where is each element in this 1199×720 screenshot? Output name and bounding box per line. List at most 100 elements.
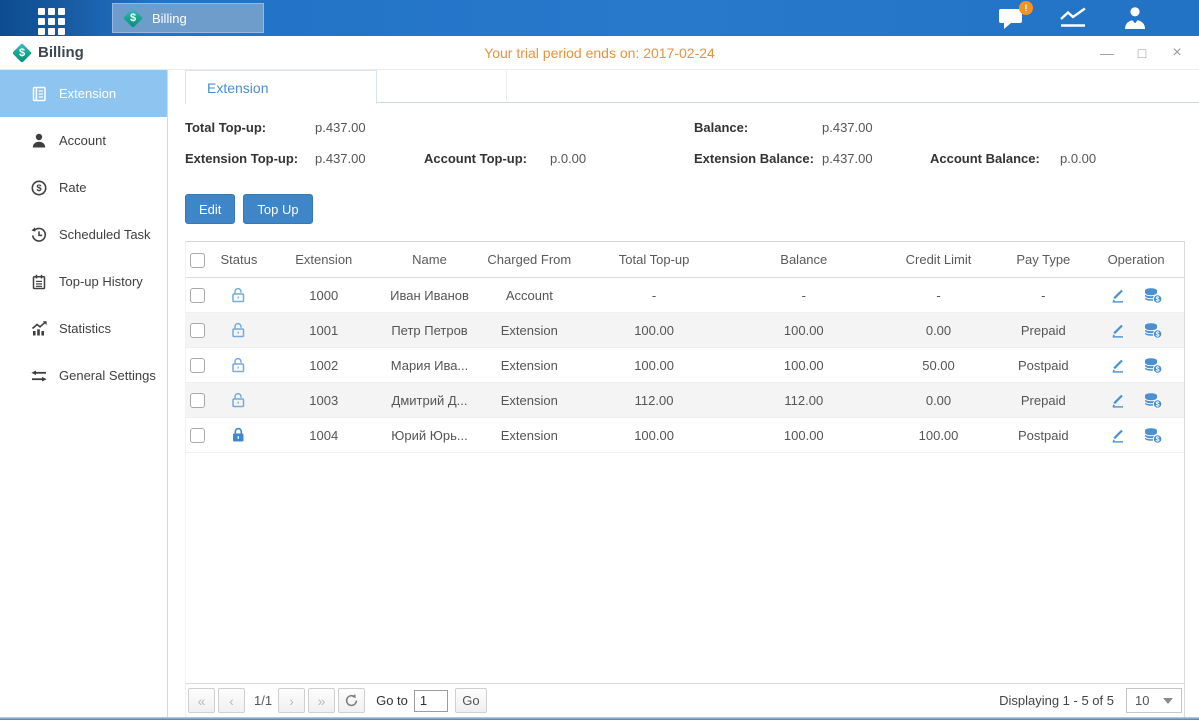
lock-open-icon [230,286,247,304]
reports-chart-icon[interactable] [1058,4,1088,32]
svg-text:$: $ [1155,401,1159,408]
sidebar-item-label: Account [59,133,106,148]
edit-icon[interactable] [1110,392,1127,408]
sidebar-item-label: Scheduled Task [59,227,151,242]
sidebar-item-scheduled-task[interactable]: Scheduled Task [0,211,167,258]
charged-from-cell: Account [479,288,579,303]
table-body: 1000 Иван Иванов Account - - - - $ [186,278,1184,453]
topup-icon[interactable]: $ [1143,322,1163,339]
billing-summary: Total Top-up: p.437.00 Balance: p.437.00… [169,103,1199,194]
table-header: Status Extension Name Charged From Total… [186,241,1184,278]
total-topup-cell: - [579,288,729,303]
next-page-button[interactable]: › [278,688,305,713]
svg-text:$: $ [36,183,42,194]
total-topup-cell: 100.00 [579,323,729,338]
account-topup-label: Account Top-up: [424,151,527,166]
goto-label: Go to [376,693,408,708]
refresh-button[interactable] [338,688,365,713]
sidebar-item-general-settings[interactable]: General Settings [0,352,167,399]
balance-label: Balance: [694,120,748,135]
charged-from-cell: Extension [479,393,579,408]
row-checkbox[interactable] [190,288,205,303]
last-page-button[interactable]: » [308,688,335,713]
taskbar-tab-label: Billing [152,11,187,26]
edit-icon[interactable] [1110,427,1127,443]
ledger-icon [30,85,48,103]
topup-icon[interactable]: $ [1143,357,1163,374]
messages-icon[interactable]: ! [996,4,1026,32]
balance-cell: 112.00 [729,393,879,408]
taskbar-tab-billing[interactable]: $ Billing [112,3,264,33]
name-cell: Юрий Юрь... [380,428,480,443]
stats-icon [30,320,48,338]
row-checkbox[interactable] [190,358,205,373]
app-launcher-grid-icon[interactable] [38,8,65,35]
history-clock-icon [30,226,48,244]
edit-icon[interactable] [1110,287,1127,303]
credit-limit-cell: 0.00 [879,393,999,408]
svg-text:$: $ [1155,436,1159,443]
select-all-checkbox[interactable] [190,253,205,268]
first-page-button[interactable]: « [188,688,215,713]
row-checkbox[interactable] [190,323,205,338]
notification-badge: ! [1019,1,1033,15]
balance-value: p.437.00 [822,120,873,135]
row-checkbox[interactable] [190,428,205,443]
edit-button[interactable]: Edit [185,194,235,224]
tab-extension[interactable]: Extension [185,70,377,104]
col-pay-type: Pay Type [998,252,1088,267]
sidebar-item-topup-history[interactable]: Top-up History [0,258,167,305]
maximize-button[interactable]: □ [1134,45,1150,61]
prev-page-button[interactable]: ‹ [218,688,245,713]
close-button[interactable]: × [1169,45,1185,61]
taskbar: $ Billing ! [0,0,1199,36]
person-icon [30,132,48,150]
total-topup-cell: 100.00 [579,428,729,443]
pay-type-cell: Prepaid [998,323,1088,338]
sidebar-item-extension[interactable]: Extension [0,70,167,117]
sidebar-item-label: Statistics [59,321,111,336]
name-cell: Петр Петров [380,323,480,338]
name-cell: Иван Иванов [380,288,480,303]
topup-icon[interactable]: $ [1143,427,1163,444]
col-balance: Balance [729,252,879,267]
topup-icon[interactable]: $ [1143,287,1163,304]
col-extension: Extension [268,252,380,267]
table-row[interactable]: 1004 Юрий Юрь... Extension 100.00 100.00… [186,418,1184,453]
account-balance-value: p.0.00 [1060,151,1096,166]
total-topup-cell: 100.00 [579,358,729,373]
sidebar-item-label: Extension [59,86,116,101]
edit-icon[interactable] [1110,322,1127,338]
displaying-status: Displaying 1 - 5 of 5 [999,693,1114,708]
sidebar-item-statistics[interactable]: Statistics [0,305,167,352]
lock-closed-icon [230,426,247,444]
lock-open-icon [230,391,247,409]
table-row[interactable]: 1002 Мария Ива... Extension 100.00 100.0… [186,348,1184,383]
row-checkbox[interactable] [190,393,205,408]
table-row[interactable]: 1001 Петр Петров Extension 100.00 100.00… [186,313,1184,348]
refresh-icon [344,693,359,708]
lock-open-icon [230,321,247,339]
lock-open-icon [230,356,247,374]
page-size-select[interactable]: 10 [1126,688,1182,713]
table-row[interactable]: 1000 Иван Иванов Account - - - - $ [186,278,1184,313]
tab-label: Extension [207,80,268,96]
extension-balance-value: p.437.00 [822,151,873,166]
name-cell: Мария Ива... [380,358,480,373]
goto-page-input[interactable] [414,690,448,712]
top-up-button[interactable]: Top Up [243,194,312,224]
notepad-icon [30,273,48,291]
total-topup-cell: 112.00 [579,393,729,408]
table-row[interactable]: 1003 Дмитрий Д... Extension 112.00 112.0… [186,383,1184,418]
sidebar-item-rate[interactable]: $ Rate [0,164,167,211]
account-balance-label: Account Balance: [930,151,1040,166]
balance-cell: - [729,288,879,303]
sidebar-item-account[interactable]: Account [0,117,167,164]
topup-icon[interactable]: $ [1143,392,1163,409]
go-button[interactable]: Go [455,688,487,713]
col-total-topup: Total Top-up [579,252,729,267]
minimize-button[interactable]: — [1099,45,1115,61]
user-account-icon[interactable] [1120,4,1150,32]
edit-icon[interactable] [1110,357,1127,373]
credit-limit-cell: 50.00 [879,358,999,373]
